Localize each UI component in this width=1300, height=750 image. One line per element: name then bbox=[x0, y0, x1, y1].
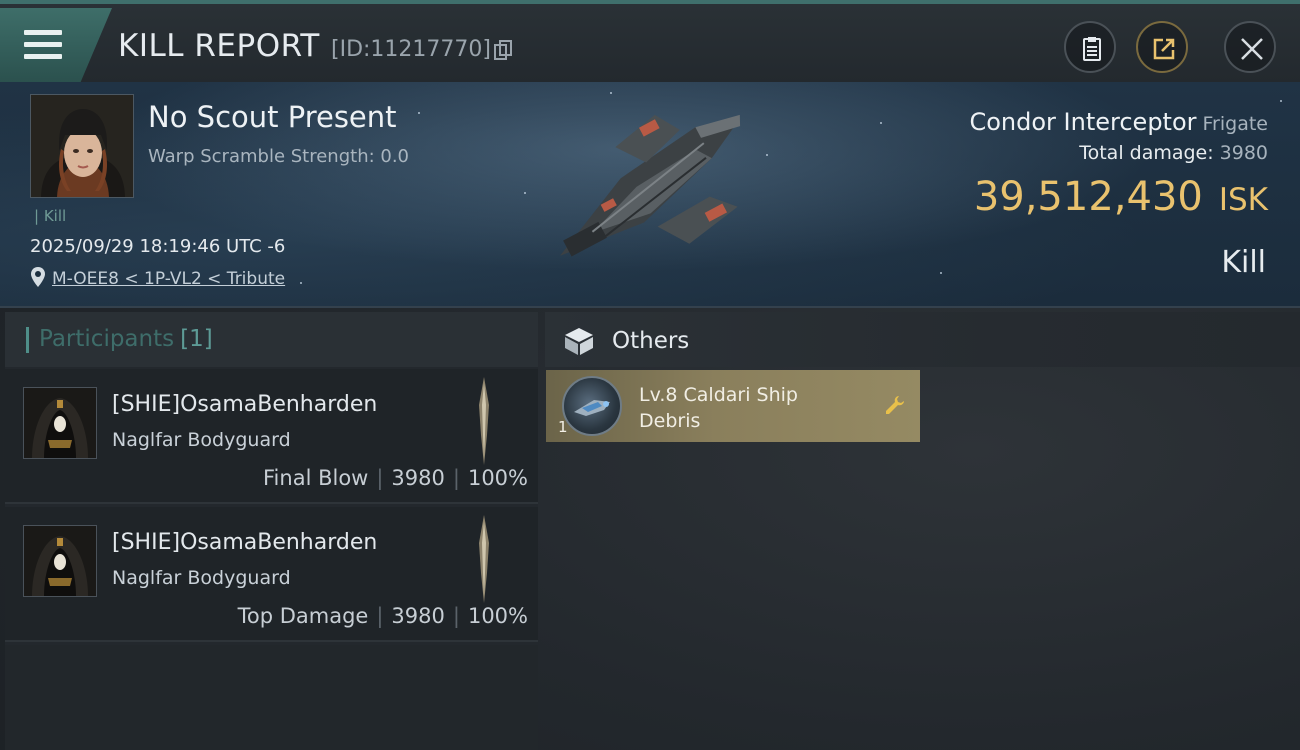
clipboard-icon bbox=[1083, 37, 1101, 61]
menu-button[interactable] bbox=[0, 8, 112, 82]
victim-ship-name: Condor Interceptor Frigate bbox=[969, 108, 1268, 136]
page-title: KILL REPORT bbox=[118, 28, 320, 64]
participant-role: Top Damage bbox=[237, 604, 369, 628]
participant-percent: 100% bbox=[467, 604, 528, 628]
menu-icon bbox=[24, 30, 62, 60]
others-header: Others bbox=[545, 312, 1300, 367]
total-damage-value: 3980 bbox=[1219, 142, 1268, 164]
participant-stats: Final Blow | 3980 | 100% bbox=[263, 466, 528, 490]
close-icon bbox=[1241, 38, 1263, 60]
copy-icon[interactable] bbox=[494, 40, 512, 60]
participant-name: [SHIE]OsamaBenharden bbox=[112, 392, 378, 417]
kill-datetime: 2025/09/29 18:19:46 UTC -6 bbox=[30, 236, 286, 257]
victim-portrait[interactable] bbox=[30, 94, 134, 198]
warp-scramble-strength: Warp Scramble Strength: 0.0 bbox=[148, 146, 410, 167]
kill-tag-label: Kill bbox=[43, 207, 67, 225]
participants-count: [1] bbox=[180, 326, 213, 352]
participant-percent: 100% bbox=[467, 466, 528, 490]
participants-panel: Participants [1] [SHIE]OsamaBenharden Nag… bbox=[5, 312, 538, 750]
hooded-pilot-icon bbox=[24, 388, 96, 458]
share-button[interactable] bbox=[1136, 21, 1188, 73]
header-accent-bar bbox=[26, 327, 29, 353]
participant-damage: 3980 bbox=[391, 604, 445, 628]
result-label: Kill bbox=[1221, 245, 1266, 280]
participants-title-text: Participants bbox=[39, 326, 175, 352]
participant-stats: Top Damage | 3980 | 100% bbox=[237, 604, 528, 628]
item-quantity: 1 bbox=[558, 418, 568, 436]
ship-image bbox=[559, 114, 741, 257]
participant-avatar[interactable] bbox=[23, 525, 97, 597]
total-damage-label: Total damage: bbox=[1079, 142, 1214, 164]
isk-unit: ISK bbox=[1218, 182, 1268, 218]
isk-value: 39,512,430 ISK bbox=[974, 174, 1268, 220]
top-bar: KILL REPORT [ID:11217770] bbox=[0, 0, 1300, 82]
item-thumbnail bbox=[562, 376, 622, 436]
participant-role: Final Blow bbox=[263, 466, 369, 490]
participants-header: Participants [1] bbox=[5, 312, 538, 367]
total-damage: Total damage: 3980 bbox=[1079, 142, 1268, 164]
hooded-pilot-icon bbox=[24, 526, 96, 596]
participant-name: [SHIE]OsamaBenharden bbox=[112, 530, 378, 555]
wrench-icon[interactable] bbox=[884, 394, 908, 418]
isk-amount: 39,512,430 bbox=[973, 174, 1203, 220]
clipboard-button[interactable] bbox=[1064, 21, 1116, 73]
participants-empty-area bbox=[5, 645, 538, 750]
weapon-icon bbox=[479, 515, 489, 603]
location-link[interactable]: M-OEE8 < 1P-VL2 < Tribute bbox=[52, 269, 285, 289]
kill-tag: | Kill bbox=[34, 207, 67, 225]
participant-row[interactable]: [SHIE]OsamaBenharden Naglfar Bodyguard F… bbox=[5, 369, 538, 504]
close-button[interactable] bbox=[1224, 21, 1276, 73]
victim-summary-panel: No Scout Present Warp Scramble Strength:… bbox=[0, 82, 1300, 308]
participant-row[interactable]: [SHIE]OsamaBenharden Naglfar Bodyguard T… bbox=[5, 507, 538, 642]
weapon-icon bbox=[479, 377, 489, 465]
item-name-line1: Lv.8 Caldari Ship bbox=[639, 384, 798, 406]
participant-ship: Naglfar Bodyguard bbox=[112, 429, 291, 451]
ship-debris-icon bbox=[574, 400, 610, 416]
dropped-item-card[interactable]: 1 Lv.8 Caldari Ship Debris bbox=[546, 370, 920, 442]
location-pin-icon bbox=[31, 267, 45, 287]
item-name-line2: Debris bbox=[639, 410, 701, 432]
participants-title: Participants [1] bbox=[39, 326, 213, 352]
others-title: Others bbox=[612, 328, 690, 354]
cube-icon bbox=[565, 328, 593, 355]
item-name: Lv.8 Caldari Ship Debris bbox=[639, 382, 839, 434]
participant-avatar[interactable] bbox=[23, 387, 97, 459]
victim-name: No Scout Present bbox=[148, 100, 397, 134]
kill-report-screen: KILL REPORT [ID:11217770] No Scout Prese… bbox=[0, 0, 1300, 750]
share-icon bbox=[1153, 38, 1175, 60]
ship-name-text: Condor Interceptor bbox=[969, 108, 1197, 136]
pilot-avatar-icon bbox=[31, 95, 133, 197]
ship-class: Frigate bbox=[1202, 113, 1268, 135]
report-id: [ID:11217770] bbox=[331, 37, 491, 62]
participant-damage: 3980 bbox=[391, 466, 445, 490]
participant-ship: Naglfar Bodyguard bbox=[112, 567, 291, 589]
